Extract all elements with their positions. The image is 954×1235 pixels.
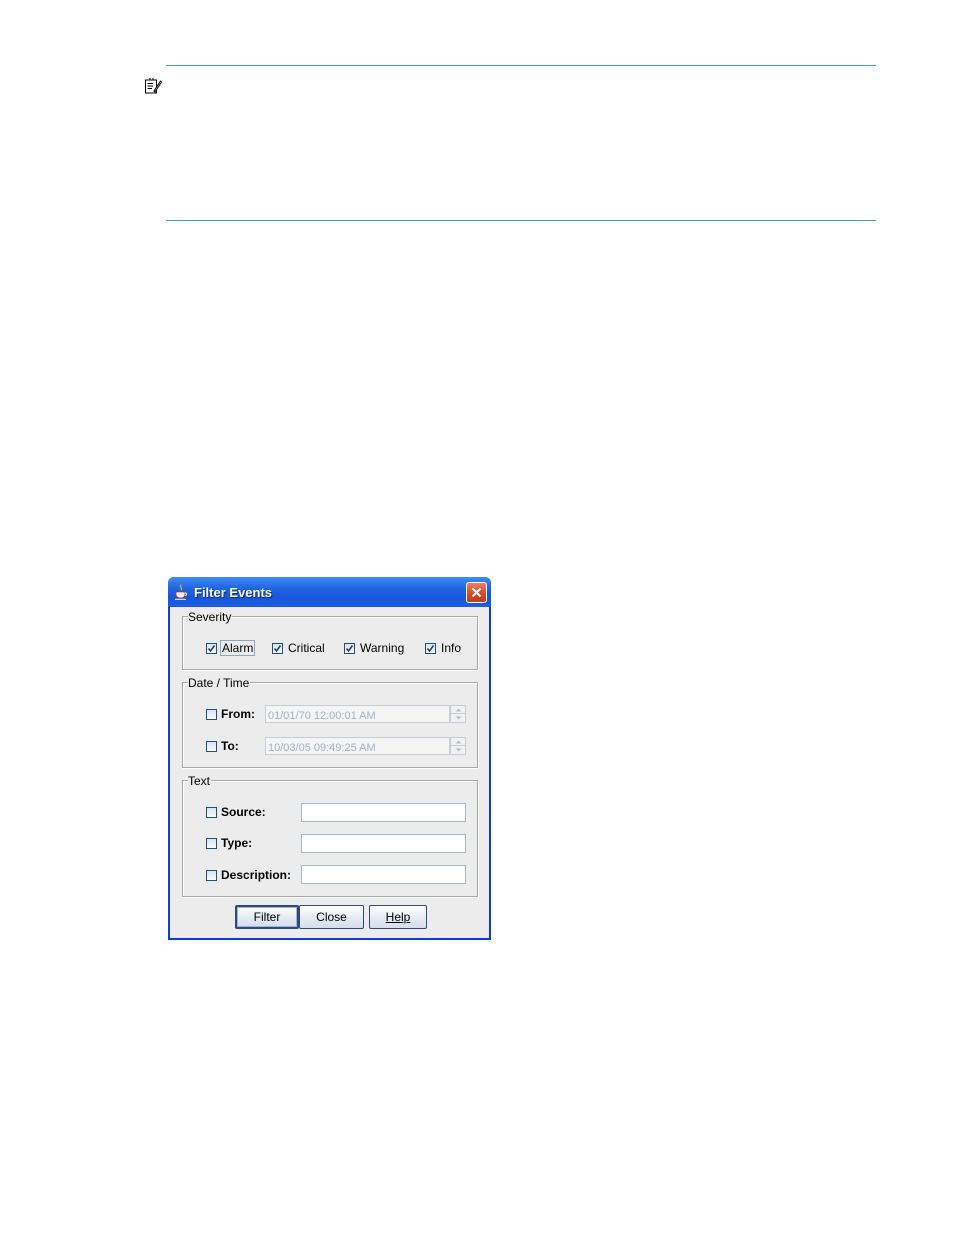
info-label[interactable]: Info xyxy=(441,641,461,655)
source-field[interactable] xyxy=(301,803,466,823)
close-icon xyxy=(471,587,482,598)
type-input[interactable] xyxy=(302,836,465,854)
from-date-input[interactable] xyxy=(266,708,449,724)
alarm-label[interactable]: Alarm xyxy=(219,640,256,656)
datetime-legend: Date / Time xyxy=(188,676,251,690)
from-spinner-down[interactable] xyxy=(451,714,465,722)
critical-label[interactable]: Critical xyxy=(288,641,325,655)
to-date-field[interactable] xyxy=(265,737,450,756)
close-window-button[interactable] xyxy=(466,582,487,603)
severity-legend: Severity xyxy=(188,610,233,624)
note-bottom-rule xyxy=(166,220,876,221)
close-button[interactable]: Close xyxy=(299,905,364,929)
alarm-checkbox[interactable] xyxy=(206,643,217,654)
description-field[interactable] xyxy=(301,865,466,885)
help-button[interactable]: Help xyxy=(369,905,427,929)
description-input[interactable] xyxy=(302,867,465,885)
dialog-title: Filter Events xyxy=(194,585,273,600)
filter-button[interactable]: Filter xyxy=(235,905,299,929)
description-checkbox[interactable] xyxy=(206,870,217,881)
type-field[interactable] xyxy=(301,834,466,854)
note-top-rule xyxy=(166,65,876,66)
java-cup-icon xyxy=(174,584,188,600)
critical-checkbox[interactable] xyxy=(272,643,283,654)
source-label[interactable]: Source: xyxy=(221,805,266,819)
from-checkbox[interactable] xyxy=(206,709,217,720)
info-checkbox[interactable] xyxy=(425,643,436,654)
dialog-titlebar[interactable]: Filter Events xyxy=(168,577,491,607)
source-input[interactable] xyxy=(302,805,465,823)
type-label[interactable]: Type: xyxy=(221,836,252,850)
description-label[interactable]: Description: xyxy=(221,868,291,882)
help-button-label: Help xyxy=(385,910,411,924)
filter-events-dialog: Filter Events Severity Alarm Critical Wa… xyxy=(168,577,491,940)
to-label[interactable]: To: xyxy=(221,739,239,753)
dialog-content: Severity Alarm Critical Warning Info Dat… xyxy=(170,607,489,938)
text-legend: Text xyxy=(188,774,212,788)
note-icon xyxy=(144,77,163,95)
checkmark-icon xyxy=(426,645,435,653)
type-checkbox[interactable] xyxy=(206,838,217,849)
spinner-down-icon xyxy=(455,716,461,720)
source-checkbox[interactable] xyxy=(206,807,217,818)
to-spinner[interactable] xyxy=(450,737,466,755)
from-date-field[interactable] xyxy=(265,705,450,724)
from-spinner-up[interactable] xyxy=(451,706,465,714)
button-bar: Filter Close Help xyxy=(170,905,489,931)
checkmark-icon xyxy=(207,645,216,653)
spinner-down-icon xyxy=(455,748,461,752)
from-label[interactable]: From: xyxy=(221,707,255,721)
warning-label[interactable]: Warning xyxy=(360,641,404,655)
checkmark-icon xyxy=(273,645,282,653)
warning-checkbox[interactable] xyxy=(344,643,355,654)
to-checkbox[interactable] xyxy=(206,741,217,752)
spinner-up-icon xyxy=(455,740,461,743)
spinner-up-icon xyxy=(455,708,461,711)
checkmark-icon xyxy=(345,645,354,653)
from-spinner[interactable] xyxy=(450,705,466,723)
to-spinner-up[interactable] xyxy=(451,738,465,746)
to-spinner-down[interactable] xyxy=(451,746,465,754)
to-date-input[interactable] xyxy=(266,740,449,756)
filter-button-label: Filter xyxy=(253,910,281,924)
close-button-label: Close xyxy=(316,910,347,924)
